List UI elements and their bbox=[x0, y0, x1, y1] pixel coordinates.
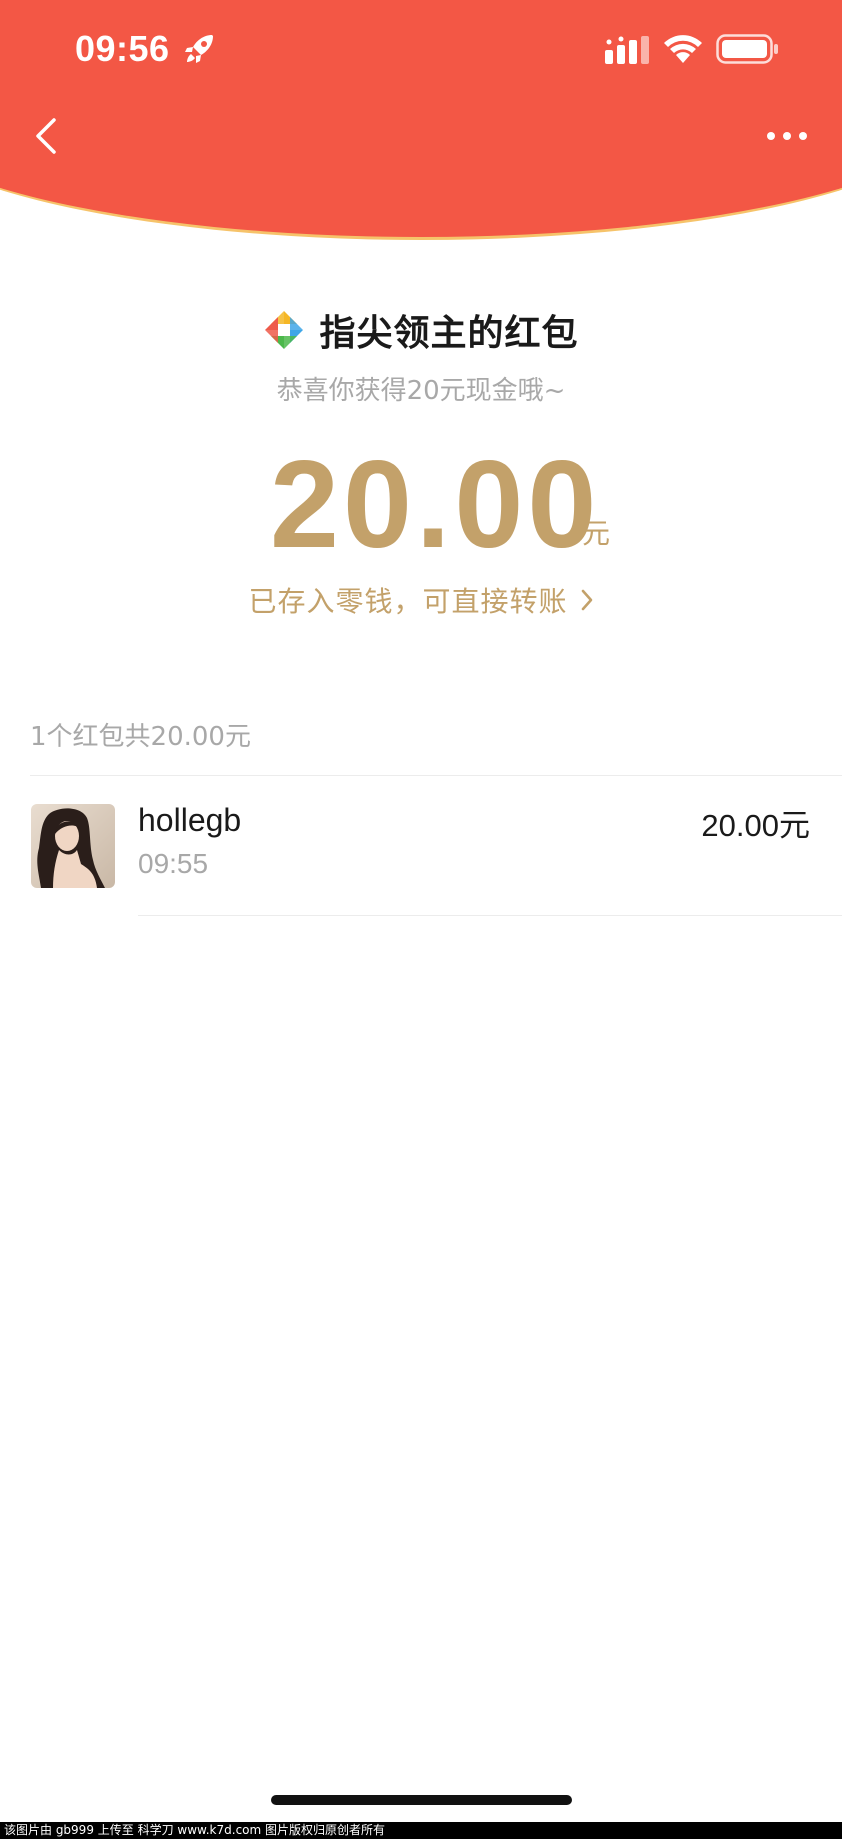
red-packet-subtitle: 恭喜你获得20元现金哦~ bbox=[276, 376, 566, 406]
list-item[interactable]: hollegb 09:55 20.00元 bbox=[0, 776, 842, 916]
more-button[interactable] bbox=[762, 118, 812, 154]
more-dots-icon bbox=[767, 132, 807, 140]
rocket-icon bbox=[185, 35, 213, 63]
back-button[interactable] bbox=[28, 112, 68, 160]
home-indicator[interactable] bbox=[271, 1795, 572, 1805]
status-bar: 09:56 bbox=[0, 0, 842, 100]
red-packet-title: 指尖领主的红包 bbox=[319, 313, 579, 354]
chevron-left-icon bbox=[36, 118, 56, 154]
record-name: hollegb bbox=[138, 802, 242, 838]
brand-logo-icon bbox=[265, 311, 304, 349]
amount-display: 20.00 元 bbox=[0, 440, 842, 570]
deposit-link-label: 已存入零钱，可直接转账 bbox=[248, 585, 568, 618]
signal-icon bbox=[605, 36, 649, 64]
record-time: 09:55 bbox=[138, 848, 209, 879]
amount-unit: 元 bbox=[582, 517, 611, 550]
chevron-right-icon bbox=[581, 589, 592, 611]
amount-value: 20.00 bbox=[270, 436, 601, 574]
battery-icon bbox=[716, 34, 778, 64]
avatar[interactable] bbox=[31, 804, 115, 888]
record-amount: 20.00元 bbox=[701, 808, 810, 843]
watermark-text: 该图片由 gb999 上传至 科学刀 www.k7d.com 图片版权归原创者所… bbox=[0, 1822, 842, 1839]
red-packet-detail-page: 09:56 指尖领主的红包 恭喜你获得20元现金哦~ 20.00 元 已存入零钱… bbox=[0, 0, 842, 1839]
status-time: 09:56 bbox=[75, 28, 170, 69]
sender-title-row: 指尖领主的红包 bbox=[0, 300, 842, 360]
avatar-photo bbox=[31, 804, 115, 888]
deposit-to-change-link[interactable]: 已存入零钱，可直接转账 bbox=[0, 580, 842, 620]
packet-summary: 1个红包共20.00元 bbox=[30, 722, 251, 752]
wifi-icon bbox=[664, 35, 702, 63]
list-divider bbox=[138, 915, 842, 916]
